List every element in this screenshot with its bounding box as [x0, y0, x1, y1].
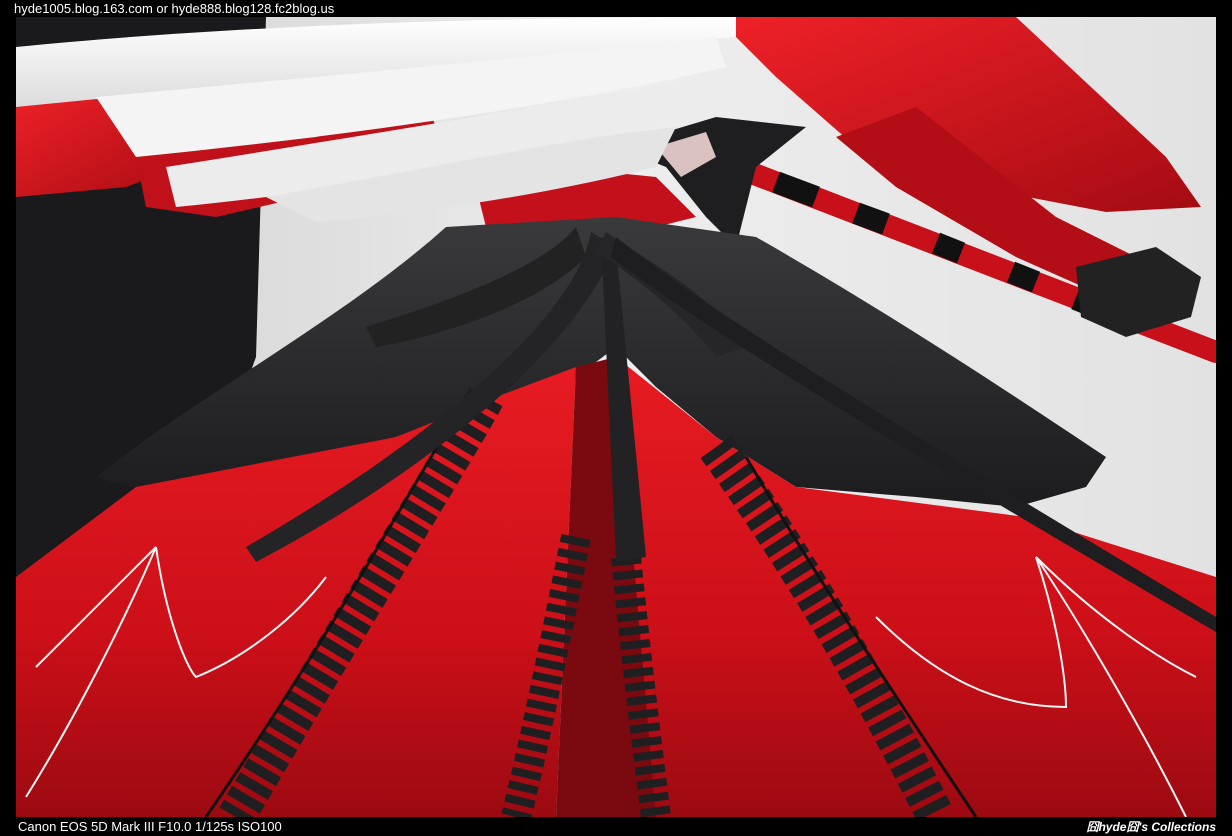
exif-caption: Canon EOS 5D Mark III F10.0 1/125s ISO10…: [18, 819, 282, 834]
brand-caption: 囧hyde囧's Collections: [1086, 820, 1216, 834]
photo-frame: hyde1005.blog.163.com or hyde888.blog128…: [0, 0, 1232, 836]
figure-photo: [16, 17, 1216, 817]
source-caption: hyde1005.blog.163.com or hyde888.blog128…: [14, 1, 335, 16]
